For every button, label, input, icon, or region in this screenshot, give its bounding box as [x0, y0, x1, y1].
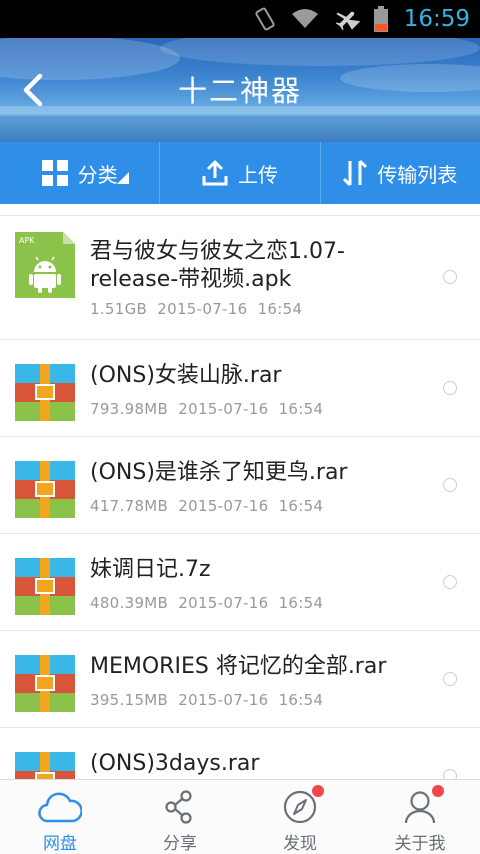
tab-label: 网盘	[43, 834, 77, 854]
dropdown-caret-icon	[117, 172, 130, 184]
status-time: 16:59	[403, 6, 470, 32]
file-time: 16:54	[278, 691, 324, 709]
upload-label: 上传	[237, 162, 278, 187]
transfer-list-label: 传输列表	[377, 162, 458, 187]
tab-share[interactable]: 分享	[120, 780, 240, 854]
wifi-icon	[292, 9, 318, 28]
file-row[interactable]: (ONS)是谁杀了知更鸟.rar 417.78MB 2015-07-16 16:…	[0, 437, 480, 534]
apk-file-icon: APK	[15, 232, 75, 298]
upload-icon	[202, 160, 228, 186]
archive-file-icon	[15, 655, 75, 712]
file-size: 793.98MB	[90, 400, 169, 418]
file-row[interactable]: (ONS)女装山脉.rar 793.98MB 2015-07-16 16:54	[0, 340, 480, 437]
status-bar: 16:59	[0, 0, 480, 38]
tab-cloud-drive[interactable]: 网盘	[0, 780, 120, 854]
rotation-lock-icon	[255, 7, 275, 31]
file-time: 16:54	[278, 594, 324, 612]
file-time: 16:54	[278, 497, 324, 515]
bottom-tab-bar: 网盘 分享 发现 关于我	[0, 779, 480, 854]
notification-badge	[312, 785, 324, 797]
file-date: 2015-07-16	[178, 594, 269, 612]
file-time: 16:54	[278, 400, 324, 418]
file-name: (ONS)3days.rar	[90, 751, 260, 776]
grid-icon	[41, 160, 68, 186]
select-radio[interactable]	[443, 575, 457, 589]
share-icon	[165, 789, 192, 824]
transfer-list-button[interactable]: 传输列表	[319, 142, 480, 204]
status-icons	[254, 6, 388, 32]
category-label: 分类	[77, 162, 118, 187]
file-name: 君与彼女与彼女之恋1.07-release-带视频.apk	[90, 239, 345, 292]
tab-label: 关于我	[394, 834, 446, 854]
file-meta: 480.39MB 2015-07-16 16:54	[90, 594, 323, 612]
apk-tag: APK	[19, 236, 35, 245]
archive-file-icon	[15, 461, 75, 518]
tab-label: 分享	[163, 834, 197, 854]
file-name: (ONS)女装山脉.rar	[90, 363, 282, 388]
file-meta: 1.51GB 2015-07-16 16:54	[90, 300, 302, 318]
category-button[interactable]: 分类	[0, 142, 159, 204]
file-size: 1.51GB	[90, 300, 148, 318]
file-name: MEMORIES 将记忆的全部.rar	[90, 654, 387, 679]
transfer-arrows-icon	[343, 159, 368, 187]
file-list: APK 君与彼女与彼女之恋1.07-release-带视频.apk 1.51GB…	[0, 215, 480, 779]
file-meta: 395.15MB 2015-07-16 16:54	[90, 691, 323, 709]
file-meta: 793.98MB 2015-07-16 16:54	[90, 400, 323, 418]
file-name: (ONS)是谁杀了知更鸟.rar	[90, 460, 348, 485]
file-date: 2015-07-16	[178, 400, 269, 418]
select-radio[interactable]	[443, 478, 457, 492]
file-row[interactable]: 妹调日记.7z 480.39MB 2015-07-16 16:54	[0, 534, 480, 631]
file-date: 2015-07-16	[178, 497, 269, 515]
file-row[interactable]: MEMORIES 将记忆的全部.rar 395.15MB 2015-07-16 …	[0, 631, 480, 728]
file-date: 2015-07-16	[157, 300, 248, 318]
file-time: 16:54	[257, 300, 303, 318]
select-radio[interactable]	[443, 769, 457, 779]
action-toolbar: 分类 上传 传输列表	[0, 142, 480, 204]
archive-file-icon	[15, 364, 75, 421]
tab-label: 发现	[283, 834, 317, 854]
notification-badge	[432, 785, 444, 797]
file-row[interactable]: APK 君与彼女与彼女之恋1.07-release-带视频.apk 1.51GB…	[0, 216, 480, 340]
archive-file-icon	[15, 558, 75, 615]
select-radio[interactable]	[443, 270, 457, 284]
file-size: 480.39MB	[90, 594, 169, 612]
file-name: 妹调日记.7z	[90, 557, 211, 582]
airplane-mode-icon	[335, 11, 360, 31]
file-size: 395.15MB	[90, 691, 169, 709]
file-meta: 417.78MB 2015-07-16 16:54	[90, 497, 323, 515]
battery-icon	[374, 6, 388, 32]
tab-about-me[interactable]: 关于我	[360, 780, 480, 854]
cloud-icon	[38, 792, 82, 822]
tab-discover[interactable]: 发现	[240, 780, 360, 854]
file-size: 417.78MB	[90, 497, 169, 515]
archive-file-icon	[15, 752, 75, 779]
select-radio[interactable]	[443, 672, 457, 686]
file-row[interactable]: (ONS)3days.rar	[0, 728, 480, 779]
file-date: 2015-07-16	[178, 691, 269, 709]
page-title: 十二神器	[177, 74, 302, 108]
select-radio[interactable]	[443, 381, 457, 395]
header: 十二神器	[0, 38, 480, 142]
upload-button[interactable]: 上传	[159, 142, 319, 204]
